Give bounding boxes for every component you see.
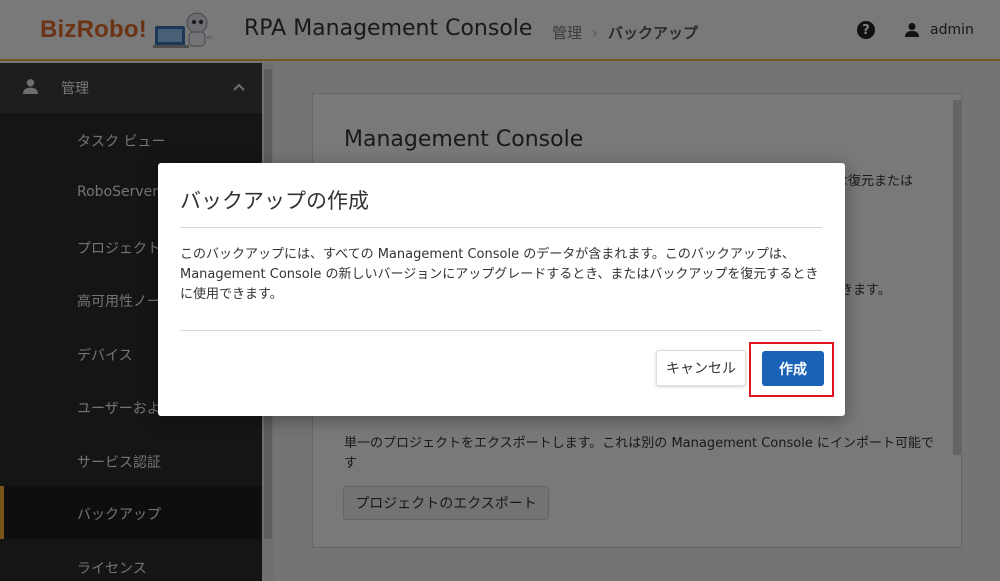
create-backup-dialog: バックアップの作成 このバックアップには、すべての Management Con… [158,163,845,416]
divider [180,227,822,228]
dialog-title: バックアップの作成 [180,189,369,213]
divider [180,330,822,331]
cancel-button[interactable]: キャンセル [656,350,746,386]
highlight-box [749,342,834,397]
dialog-body: このバックアップには、すべての Management Console のデータが… [180,247,819,302]
